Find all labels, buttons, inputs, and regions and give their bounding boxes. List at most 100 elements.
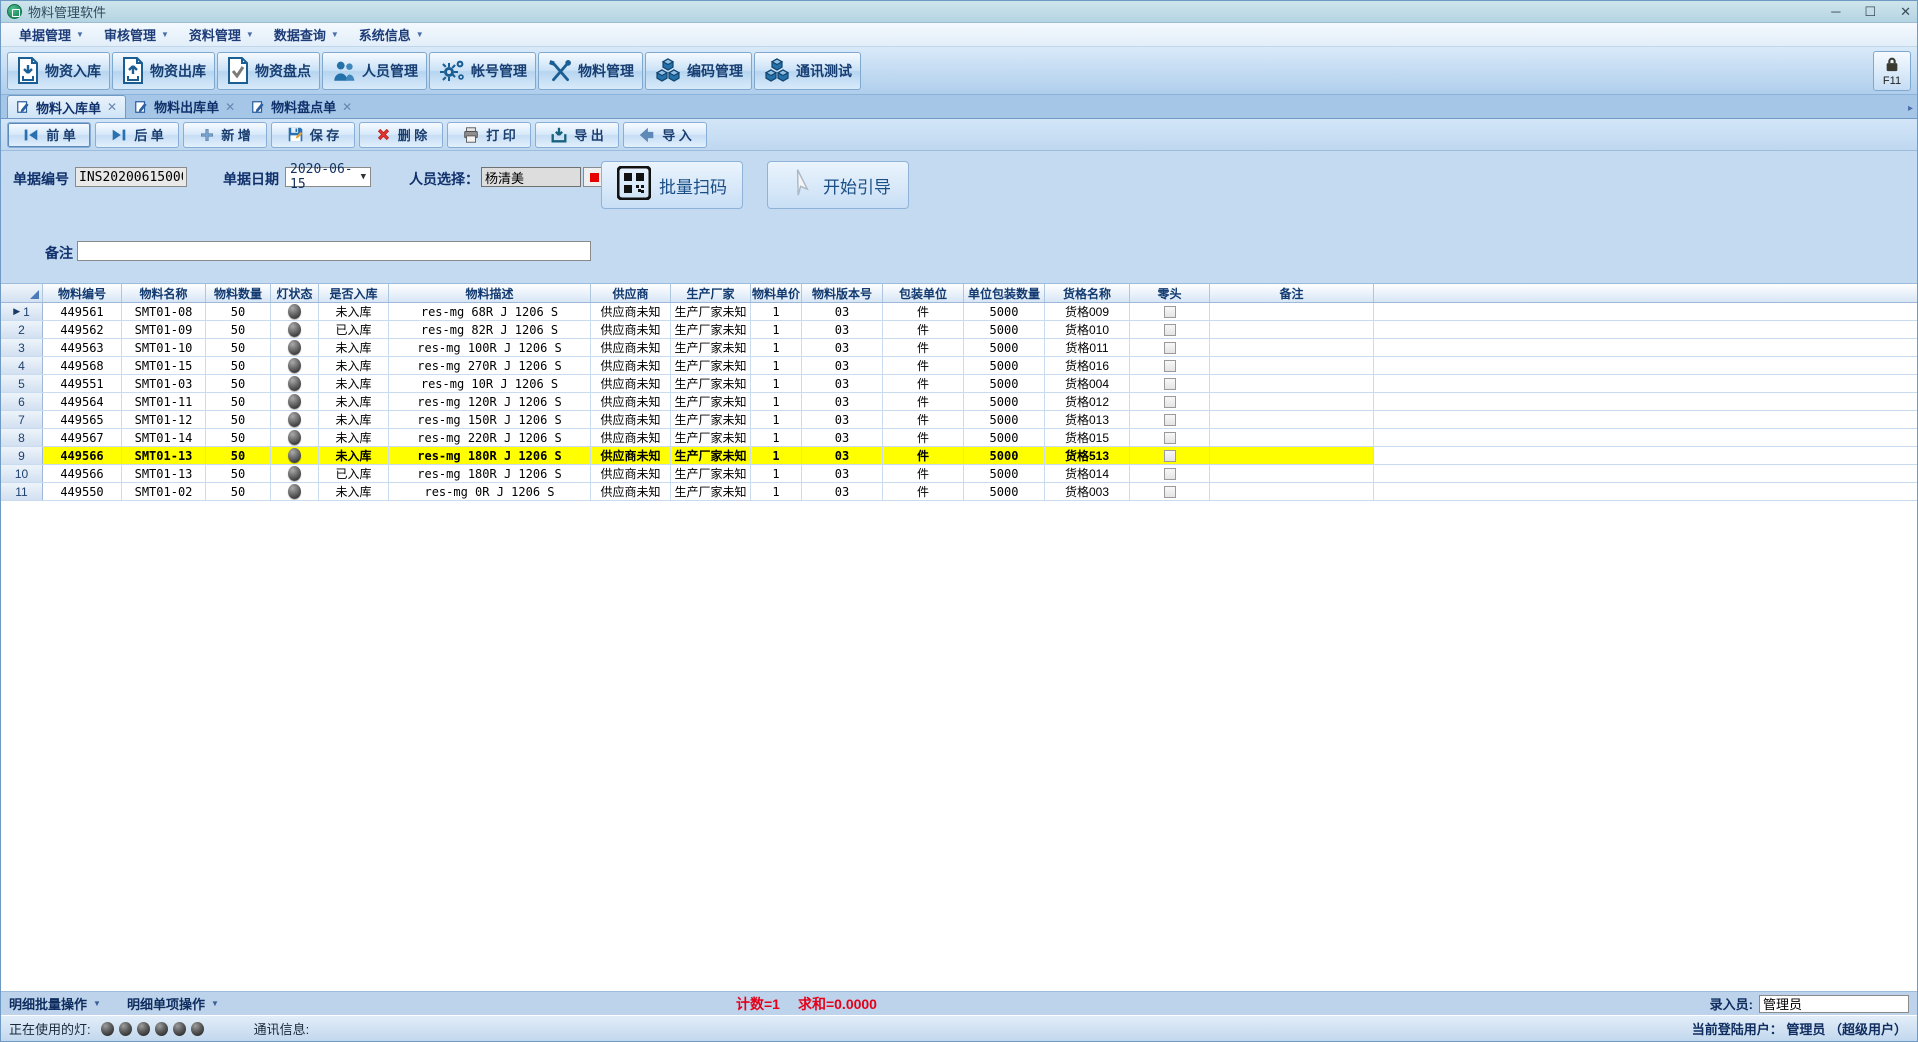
menu-数据查询[interactable]: 数据查询▼: [264, 23, 349, 46]
docbar-前单-button[interactable]: 前 单: [7, 122, 91, 148]
minimize-icon[interactable]: ─: [1831, 2, 1840, 22]
tab-物料入库单[interactable]: 物料入库单✕: [7, 95, 126, 118]
doc-no-field[interactable]: [75, 167, 187, 187]
col-header-零头[interactable]: 零头: [1130, 284, 1210, 302]
tab-edit-icon: [134, 100, 148, 114]
lock-icon: [1883, 56, 1901, 75]
col-header-物料编号[interactable]: 物料编号: [43, 284, 122, 302]
maximize-icon[interactable]: ☐: [1864, 2, 1876, 22]
docbar-导出-button[interactable]: 导 出: [535, 122, 619, 148]
tab-scroll-right-icon[interactable]: ▸: [1908, 103, 1913, 114]
status-bar: 正在使用的灯: 通讯信息: 当前登陆用户： 管理员 （超级用户）: [1, 1015, 1917, 1041]
doc-no-label: 单据编号: [13, 169, 69, 189]
col-header-物料描述[interactable]: 物料描述: [389, 284, 591, 302]
toolbar-物资出库-button[interactable]: 物资出库: [112, 52, 215, 90]
lamp-orb-icon: [191, 1022, 204, 1036]
document-form: 单据编号 单据日期 2020-06-15 ▼ 人员选择： 批量扫码 开始引导 备…: [1, 151, 1917, 283]
toolbar-人员管理-button[interactable]: 人员管理: [322, 52, 427, 90]
lamp-status-icon: [288, 412, 301, 427]
table-row[interactable]: ▶1449561SMT01-0850未入库res-mg 68R J 1206 S…: [1, 303, 1917, 321]
remark-field[interactable]: [77, 241, 591, 261]
fraction-checkbox[interactable]: [1164, 306, 1176, 318]
toolbar-物资盘点-button[interactable]: 物资盘点: [217, 52, 320, 90]
col-header-row-selector[interactable]: [1, 284, 43, 302]
start-guide-button[interactable]: 开始引导: [767, 161, 909, 209]
fraction-checkbox[interactable]: [1164, 342, 1176, 354]
col-header-物料名称[interactable]: 物料名称: [122, 284, 206, 302]
tab-close-icon[interactable]: ✕: [107, 100, 117, 114]
person-field[interactable]: [481, 167, 581, 187]
lamp-orb-icon: [119, 1022, 132, 1036]
entry-clerk-field[interactable]: [1759, 995, 1909, 1013]
cubes-icon: [654, 58, 682, 84]
toolbar-物资入库-button[interactable]: 物资入库: [7, 52, 110, 90]
detail-batch-ops-button[interactable]: 明细批量操作 ▼: [9, 994, 101, 1013]
toolbar-通讯测试-button[interactable]: 通讯测试: [754, 52, 861, 90]
col-header-供应商[interactable]: 供应商: [591, 284, 671, 302]
docbar-后单-button[interactable]: 后 单: [95, 122, 179, 148]
lamp-orb-icon: [173, 1022, 186, 1036]
batch-scan-button[interactable]: 批量扫码: [601, 161, 743, 209]
col-header-包装单位[interactable]: 包装单位: [883, 284, 964, 302]
grid-calc-summary: 计数=1 求和=0.0000: [736, 994, 877, 1014]
docbar-导入-button[interactable]: 导 入: [623, 122, 707, 148]
col-header-是否入库[interactable]: 是否入库: [319, 284, 389, 302]
col-header-备注[interactable]: 备注: [1210, 284, 1374, 302]
tab-物料出库单[interactable]: 物料出库单✕: [126, 95, 243, 118]
table-row[interactable]: 11449550SMT01-0250未入库res-mg 0R J 1206 S供…: [1, 483, 1917, 501]
chevron-down-icon: ▼: [246, 30, 254, 39]
fraction-checkbox[interactable]: [1164, 432, 1176, 444]
col-header-货格名称[interactable]: 货格名称: [1045, 284, 1130, 302]
detail-single-ops-button[interactable]: 明细单项操作 ▼: [127, 994, 219, 1013]
fraction-checkbox[interactable]: [1164, 378, 1176, 390]
table-row[interactable]: 10449566SMT01-1350已入库res-mg 180R J 1206 …: [1, 465, 1917, 483]
menu-单据管理[interactable]: 单据管理▼: [9, 23, 94, 46]
table-row[interactable]: 2449562SMT01-0950已入库res-mg 82R J 1206 S供…: [1, 321, 1917, 339]
toolbar-编码管理-button[interactable]: 编码管理: [645, 52, 752, 90]
fraction-checkbox[interactable]: [1164, 450, 1176, 462]
col-header-filler: [1374, 284, 1917, 302]
doc-upload-icon: [121, 57, 145, 84]
table-row[interactable]: 3449563SMT01-1050未入库res-mg 100R J 1206 S…: [1, 339, 1917, 357]
col-header-灯状态[interactable]: 灯状态: [271, 284, 319, 302]
tab-物料盘点单[interactable]: 物料盘点单✕: [243, 95, 360, 118]
grid-header-row: 物料编号物料名称物料数量灯状态是否入库物料描述供应商生产厂家物料单价物料版本号包…: [1, 284, 1917, 303]
table-row[interactable]: 5449551SMT01-0350未入库res-mg 10R J 1206 S供…: [1, 375, 1917, 393]
lamp-orb-icon: [155, 1022, 168, 1036]
menu-bar: 单据管理▼审核管理▼资料管理▼数据查询▼系统信息▼: [1, 23, 1917, 47]
tab-close-icon[interactable]: ✕: [225, 100, 235, 114]
docbar-保存-button[interactable]: 保 存: [271, 122, 355, 148]
menu-审核管理[interactable]: 审核管理▼: [94, 23, 179, 46]
close-icon[interactable]: ✕: [1900, 2, 1911, 22]
menu-资料管理[interactable]: 资料管理▼: [179, 23, 264, 46]
docbar-删除-button[interactable]: 删 除: [359, 122, 443, 148]
col-header-生产厂家[interactable]: 生产厂家: [671, 284, 751, 302]
lock-f11-button[interactable]: F11: [1873, 51, 1911, 91]
fraction-checkbox[interactable]: [1164, 468, 1176, 480]
doc-date-label: 单据日期: [223, 169, 279, 189]
menu-系统信息[interactable]: 系统信息▼: [349, 23, 434, 46]
fraction-checkbox[interactable]: [1164, 486, 1176, 498]
fraction-checkbox[interactable]: [1164, 324, 1176, 336]
docbar-新增-button[interactable]: 新 增: [183, 122, 267, 148]
table-row[interactable]: 4449568SMT01-1550未入库res-mg 270R J 1206 S…: [1, 357, 1917, 375]
fraction-checkbox[interactable]: [1164, 396, 1176, 408]
table-row[interactable]: 7449565SMT01-1250未入库res-mg 150R J 1206 S…: [1, 411, 1917, 429]
table-row[interactable]: 6449564SMT01-1150未入库res-mg 120R J 1206 S…: [1, 393, 1917, 411]
toolbar-帐号管理-button[interactable]: 帐号管理: [429, 52, 536, 90]
table-row[interactable]: 8449567SMT01-1450未入库res-mg 220R J 1206 S…: [1, 429, 1917, 447]
fraction-checkbox[interactable]: [1164, 360, 1176, 372]
tab-close-icon[interactable]: ✕: [342, 100, 352, 114]
doc-date-select[interactable]: 2020-06-15 ▼: [285, 167, 371, 187]
toolbar-物料管理-button[interactable]: 物料管理: [538, 52, 643, 90]
fraction-checkbox[interactable]: [1164, 414, 1176, 426]
col-header-物料数量[interactable]: 物料数量: [206, 284, 271, 302]
tab-bar: 物料入库单✕物料出库单✕物料盘点单✕ ▸: [1, 95, 1917, 119]
col-header-物料版本号[interactable]: 物料版本号: [802, 284, 883, 302]
col-header-物料单价[interactable]: 物料单价: [751, 284, 802, 302]
lamp-status-icon: [288, 322, 301, 337]
col-header-单位包装数量[interactable]: 单位包装数量: [964, 284, 1045, 302]
entry-clerk-label: 录入员:: [1710, 994, 1753, 1013]
table-row[interactable]: 9449566SMT01-1350未入库res-mg 180R J 1206 S…: [1, 447, 1917, 465]
docbar-打印-button[interactable]: 打 印: [447, 122, 531, 148]
